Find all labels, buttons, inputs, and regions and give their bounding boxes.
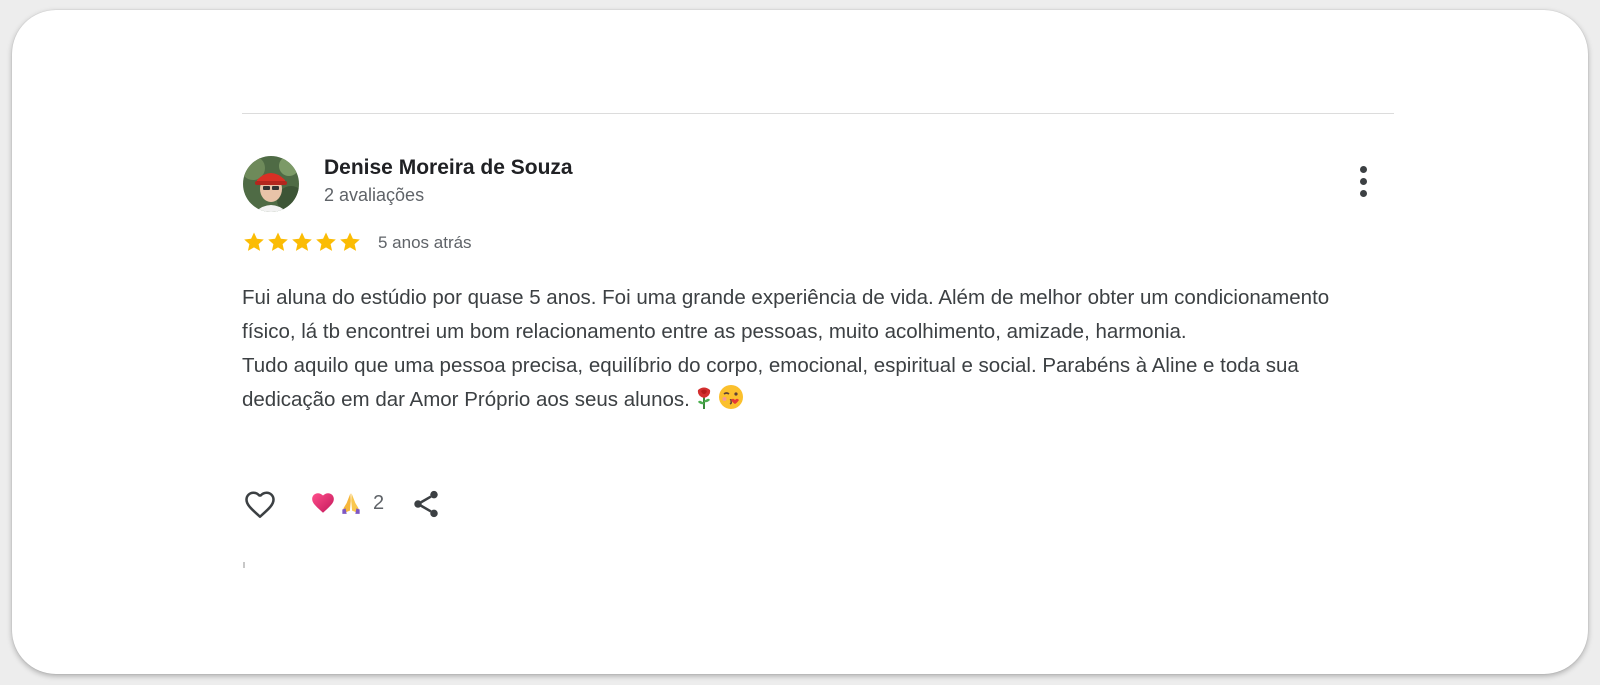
share-button[interactable] xyxy=(410,488,442,520)
reviewer-name[interactable]: Denise Moreira de Souza xyxy=(324,156,573,180)
rose-icon xyxy=(694,386,714,421)
more-options-button[interactable] xyxy=(1352,162,1376,202)
praying-hands-icon xyxy=(342,493,360,514)
review-card: Denise Moreira de Souza 2 avaliações 5 a… xyxy=(12,10,1588,674)
more-vert-icon xyxy=(1360,166,1367,173)
review-paragraph: Fui aluna do estúdio por quase 5 anos. F… xyxy=(242,286,1330,343)
share-icon xyxy=(414,490,438,518)
reactions[interactable] xyxy=(310,490,364,516)
star-icon xyxy=(316,232,336,251)
scroll-marker xyxy=(243,562,245,568)
kiss-face-icon xyxy=(718,384,744,421)
star-rating xyxy=(242,230,362,254)
heart-outline-icon xyxy=(245,491,275,519)
review-date: 5 anos atrás xyxy=(378,233,472,252)
star-icon xyxy=(244,232,264,251)
reaction-count: 2 xyxy=(373,492,385,514)
star-icon xyxy=(292,232,312,251)
review-text: Fui aluna do estúdio por quase 5 anos. F… xyxy=(242,281,1372,421)
divider xyxy=(242,113,1394,114)
star-icon xyxy=(340,232,360,251)
like-button[interactable] xyxy=(242,486,278,522)
review-paragraph-2: Tudo aquilo que uma pessoa precisa, equi… xyxy=(242,349,1372,421)
avatar[interactable] xyxy=(243,156,299,212)
reviewer-review-count: 2 avaliações xyxy=(324,185,425,205)
heart-icon xyxy=(312,493,334,513)
star-icon xyxy=(268,232,288,251)
